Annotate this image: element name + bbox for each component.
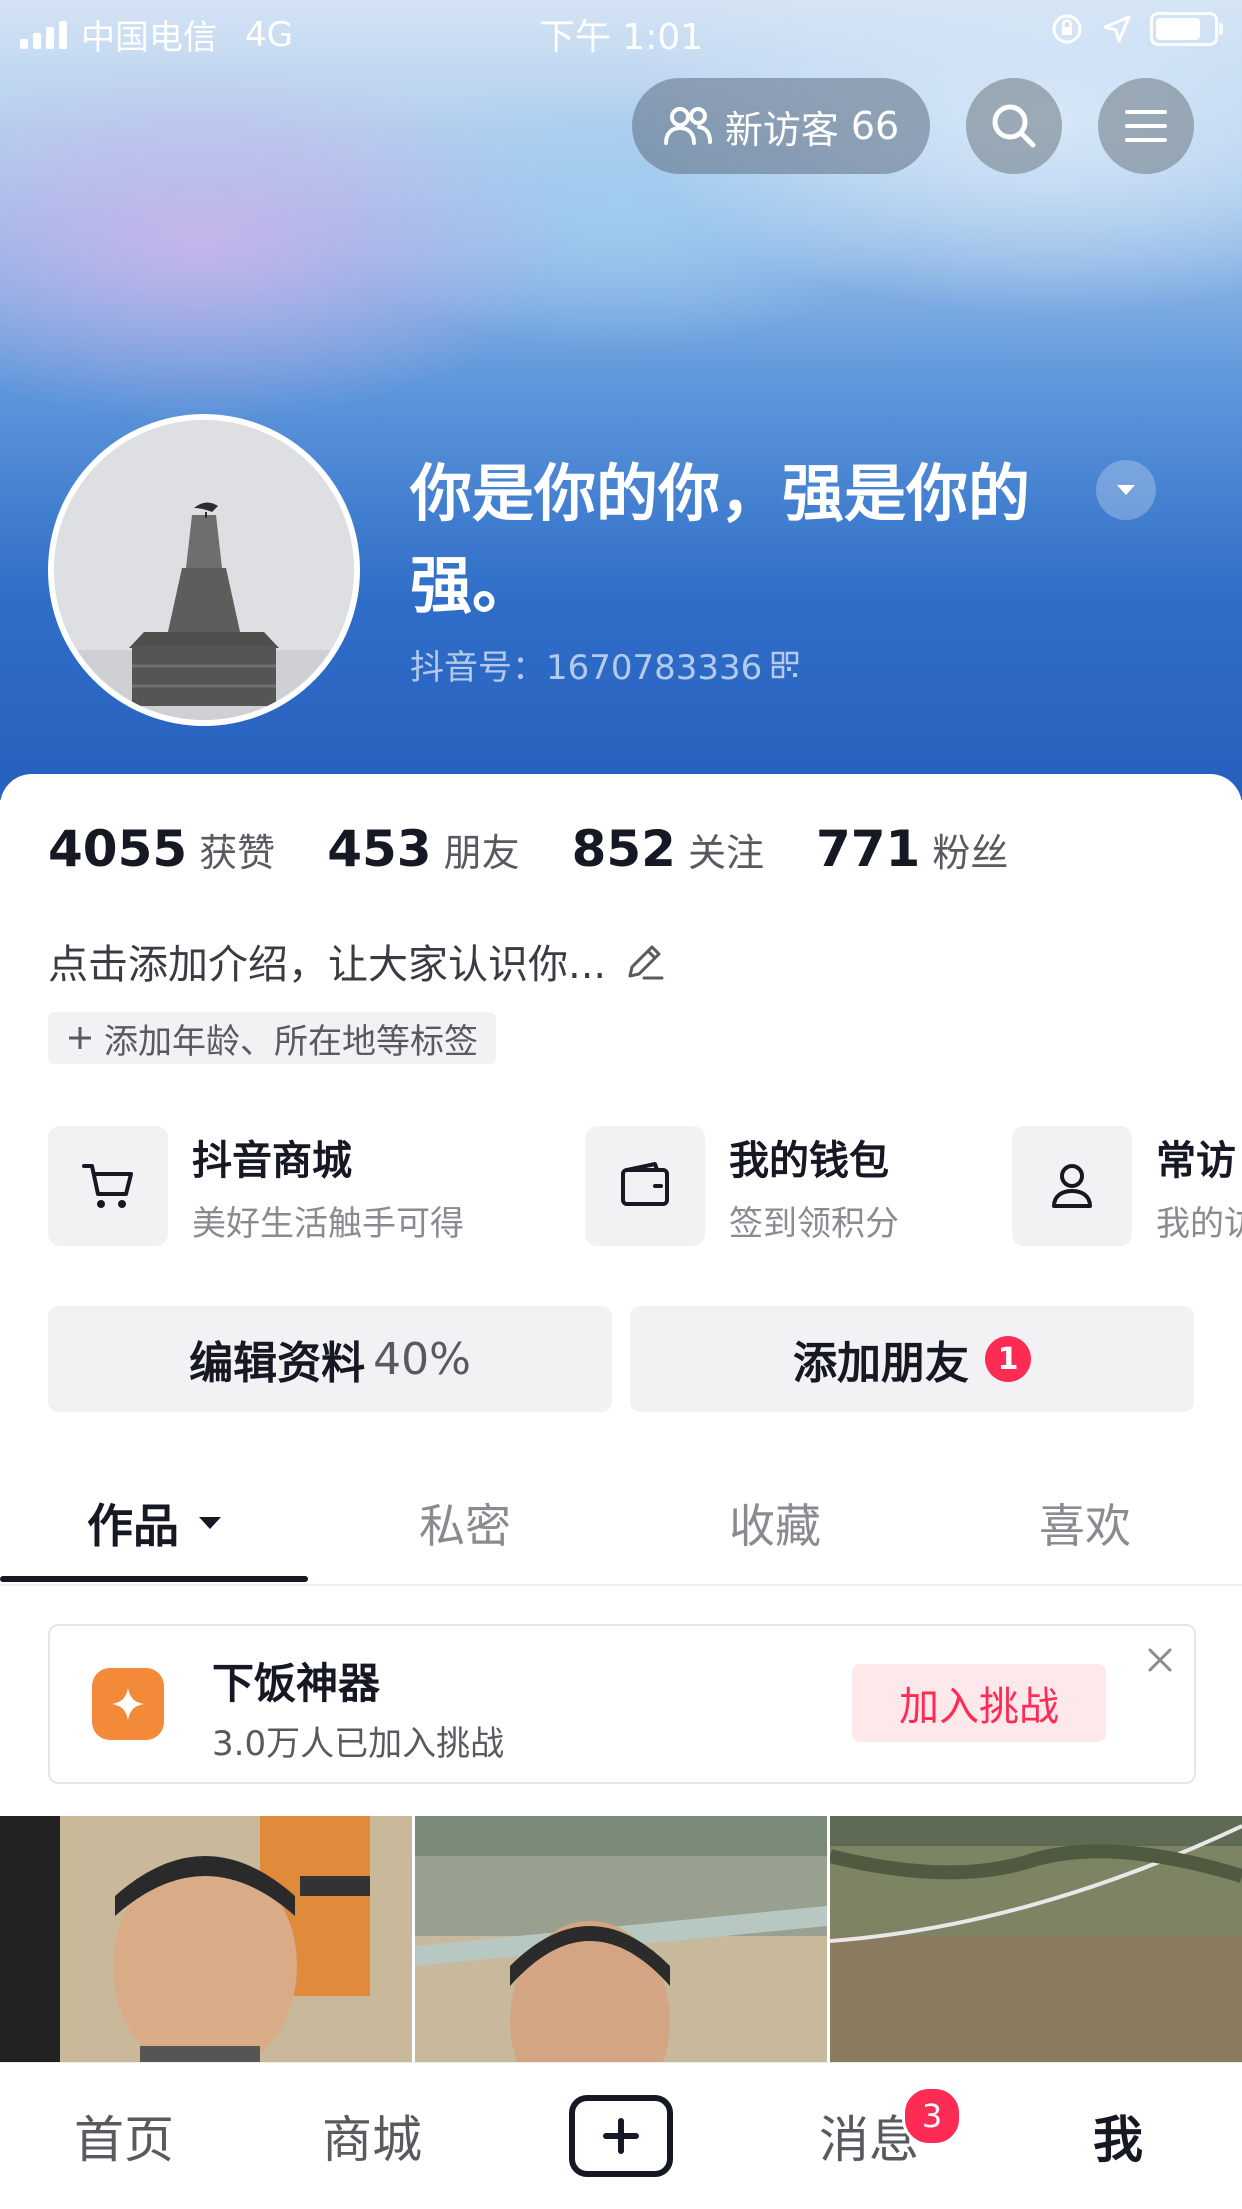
stat-label: 关注: [687, 831, 764, 875]
video-thumbnail[interactable]: [0, 1816, 412, 2066]
plus-icon: [603, 2118, 639, 2154]
location-icon: [1103, 15, 1131, 43]
tab-works[interactable]: 作品: [0, 1464, 310, 1582]
visitors-count: 66: [850, 104, 900, 148]
nickname[interactable]: 你是你的你，强是你的强。: [410, 448, 1110, 632]
join-challenge-button[interactable]: 加入挑战: [852, 1664, 1106, 1742]
service-mall[interactable]: 抖音商城 美好生活触手可得: [48, 1126, 464, 1246]
tab-private[interactable]: 私密: [310, 1464, 620, 1582]
avatar-image: [54, 420, 354, 720]
status-bar: 中国电信 4G 下午 1:01: [0, 0, 1242, 62]
bottom-nav: 首页 商城 消息 我: [0, 2062, 1242, 2209]
nav-mall[interactable]: 商城: [248, 2063, 496, 2209]
service-subtitle: 我的访: [1156, 1203, 1242, 1244]
account-switch-button[interactable]: [1096, 460, 1156, 520]
search-icon: [992, 104, 1036, 148]
qr-code-icon[interactable]: [770, 650, 800, 680]
video-thumbnail[interactable]: [830, 1816, 1242, 2066]
add-friend-badge: 1: [985, 1336, 1031, 1382]
cart-icon: [82, 1164, 133, 1208]
tab-favorites[interactable]: 收藏: [620, 1464, 930, 1582]
video-thumbnail-image: [415, 1816, 827, 2066]
challenge-banner[interactable]: 下饭神器 3.0万人已加入挑战 加入挑战: [48, 1624, 1196, 1784]
pencil-icon: [628, 945, 664, 980]
service-subtitle: 签到领积分: [729, 1203, 899, 1244]
video-thumbnail-image: [0, 1816, 412, 2066]
create-button[interactable]: [569, 2095, 673, 2177]
content-tabs: 作品 私密 收藏 喜欢: [0, 1464, 1242, 1586]
service-wallet[interactable]: 我的钱包 签到领积分: [585, 1126, 899, 1246]
nav-create[interactable]: [497, 2063, 745, 2209]
visitors-label: 新访客: [724, 107, 839, 152]
new-visitors-button[interactable]: 新访客 66: [632, 78, 930, 174]
menu-button[interactable]: [1098, 78, 1194, 174]
avatar[interactable]: [48, 414, 360, 726]
messages-badge: 3: [902, 2086, 962, 2146]
stat-likes[interactable]: 4055 获赞: [48, 820, 275, 878]
plus-icon: [69, 1027, 91, 1049]
video-thumbnail[interactable]: [415, 1816, 827, 2066]
add-friend-label: 添加朋友: [793, 1338, 969, 1389]
stat-number: 4055: [48, 820, 188, 878]
tab-label: 收藏: [729, 1499, 821, 1553]
stats-row: 4055 获赞 453 朋友 852 关注 771 粉丝: [48, 820, 1060, 878]
stat-label: 朋友: [443, 831, 520, 875]
profile-completion: 40%: [373, 1333, 471, 1385]
douyin-id[interactable]: 抖音号：1670783336: [410, 640, 800, 689]
stat-following[interactable]: 852 关注: [572, 820, 764, 878]
nav-home[interactable]: 首页: [0, 2063, 248, 2209]
service-frequent-visits[interactable]: 常访 我的访: [1012, 1126, 1242, 1246]
tab-label: 喜欢: [1039, 1499, 1131, 1553]
video-thumbnail-image: [830, 1816, 1242, 2066]
service-title: 我的钱包: [729, 1137, 889, 1184]
person-icon: [1052, 1164, 1092, 1208]
add-friend-button[interactable]: 添加朋友 1: [630, 1306, 1194, 1412]
menu-icon: [1125, 110, 1167, 142]
close-icon: [1148, 1648, 1172, 1672]
stat-number: 453: [327, 820, 432, 878]
tab-label: 私密: [419, 1499, 511, 1553]
challenge-icon: [92, 1668, 164, 1740]
battery-icon: [1150, 12, 1223, 46]
service-title: 抖音商城: [192, 1137, 352, 1184]
challenge-title: 下饭神器: [212, 1659, 381, 1708]
stat-followers[interactable]: 771 粉丝: [816, 820, 1008, 878]
edit-profile-button[interactable]: 编辑资料 40%: [48, 1306, 612, 1412]
wallet-icon: [621, 1162, 669, 1206]
add-tags-label: 添加年龄、所在地等标签: [104, 1021, 478, 1062]
bio-edit[interactable]: 点击添加介绍，让大家认识你...: [48, 932, 668, 990]
bio-placeholder: 点击添加介绍，让大家认识你...: [48, 942, 607, 988]
douyin-id-text: 抖音号：1670783336: [410, 648, 763, 688]
challenge-subtitle: 3.0万人已加入挑战: [212, 1724, 505, 1764]
caret-down-icon: [1117, 485, 1135, 495]
stat-label: 粉丝: [932, 831, 1009, 875]
edit-profile-label: 编辑资料: [189, 1338, 366, 1389]
stat-number: 852: [571, 820, 676, 878]
search-button[interactable]: [966, 78, 1062, 174]
stat-label: 获赞: [199, 831, 276, 875]
visitors-icon: [663, 107, 712, 145]
active-tab-indicator: [0, 1576, 308, 1582]
sparkle-icon: [112, 1688, 144, 1720]
tab-likes[interactable]: 喜欢: [930, 1464, 1240, 1582]
nav-me[interactable]: 我: [994, 2063, 1242, 2209]
orientation-lock-icon: [1052, 14, 1082, 44]
stat-number: 771: [815, 820, 921, 878]
caret-down-icon: [199, 1517, 221, 1529]
stat-friends[interactable]: 453 朋友: [327, 820, 519, 878]
add-tags-button[interactable]: 添加年龄、所在地等标签: [48, 1012, 496, 1064]
video-grid: [0, 1816, 1242, 2066]
tab-label: 作品: [87, 1499, 179, 1553]
close-button[interactable]: [1140, 1640, 1180, 1680]
service-subtitle: 美好生活触手可得: [192, 1203, 464, 1244]
service-title: 常访: [1156, 1137, 1236, 1184]
